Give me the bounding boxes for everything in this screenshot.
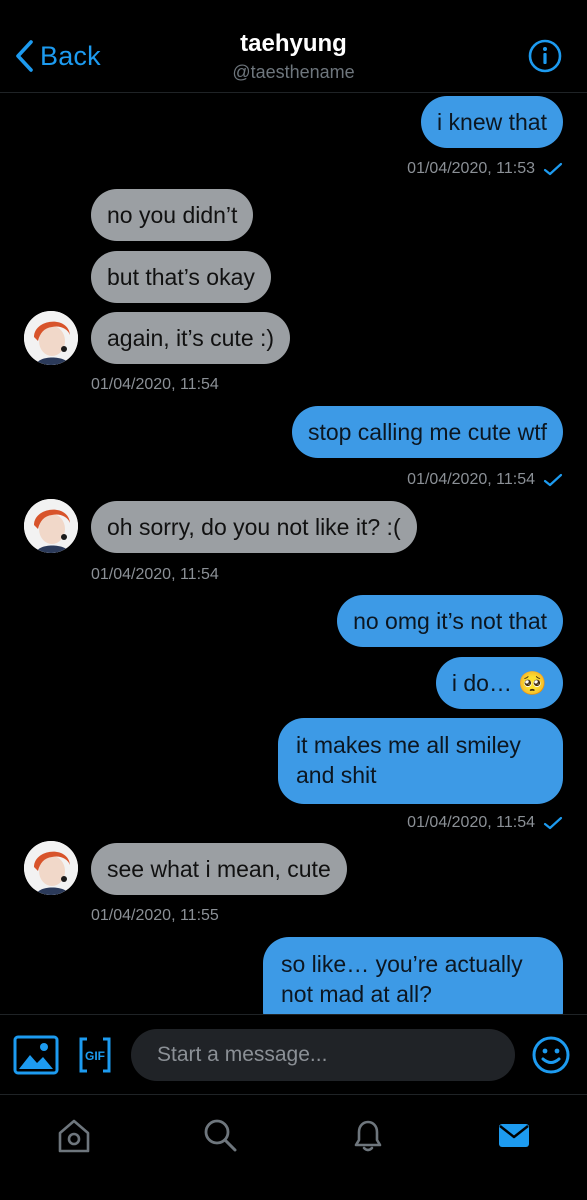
info-icon[interactable] xyxy=(528,39,562,73)
message-timestamp: 01/04/2020, 11:54 xyxy=(91,376,219,393)
message-bubble-sent[interactable]: i knew that xyxy=(421,96,563,148)
emoji-icon[interactable] xyxy=(531,1035,571,1075)
message-bubble-received[interactable]: oh sorry, do you not like it? :( xyxy=(91,501,417,553)
message-composer: GIF xyxy=(0,1014,587,1094)
timestamp-text: 01/04/2020, 11:54 xyxy=(407,471,535,488)
gif-icon[interactable]: GIF xyxy=(79,1037,111,1073)
timestamp-text: 01/04/2020, 11:53 xyxy=(407,160,535,177)
message-bubble-sent[interactable]: no omg it’s not that xyxy=(337,595,563,647)
avatar[interactable] xyxy=(24,311,78,365)
image-icon[interactable] xyxy=(13,1035,59,1075)
bottom-tab-bar xyxy=(0,1094,587,1200)
message-timestamp: 01/04/2020, 11:55 xyxy=(91,907,219,924)
message-bubble-sent[interactable]: stop calling me cute wtf xyxy=(291,406,563,458)
avatar[interactable] xyxy=(24,841,78,895)
avatar-image xyxy=(24,311,78,365)
avatar-image xyxy=(24,841,78,895)
message-bubble-received[interactable]: no you didn’t xyxy=(91,189,254,241)
message-timestamp: 01/04/2020, 11:53 xyxy=(407,160,563,178)
message-bubble-received[interactable]: but that’s okay xyxy=(91,251,271,303)
conversation-header: Back taehyung @taesthename xyxy=(0,0,587,93)
message-bubble-sent[interactable]: it makes me all smiley and shit xyxy=(278,718,563,804)
home-icon[interactable] xyxy=(54,1115,94,1155)
message-bubble-received[interactable]: see what i mean, cute xyxy=(91,843,347,895)
messages-icon[interactable] xyxy=(494,1115,534,1155)
read-check-icon xyxy=(543,816,563,829)
avatar[interactable] xyxy=(24,499,78,553)
timestamp-text: 01/04/2020, 11:54 xyxy=(407,814,535,831)
message-bubble-received[interactable]: again, it’s cute :) xyxy=(91,312,291,364)
conversation-handle: @taesthename xyxy=(232,62,355,82)
message-timestamp: 01/04/2020, 11:54 xyxy=(407,471,563,489)
message-list[interactable]: i knew that 01/04/2020, 11:53 no you did… xyxy=(0,94,587,1014)
notifications-icon[interactable] xyxy=(348,1115,388,1155)
gif-label: GIF xyxy=(85,1049,105,1063)
read-check-icon xyxy=(543,162,563,175)
message-bubble-sent[interactable]: i do… 🥺 xyxy=(435,657,563,709)
dm-conversation-screen: Back taehyung @taesthename i knew that 0… xyxy=(0,0,587,1200)
message-timestamp: 01/04/2020, 11:54 xyxy=(407,814,563,832)
read-check-icon xyxy=(543,473,563,486)
message-bubble-sent[interactable]: so like… you’re actually not mad at all? xyxy=(263,937,563,1014)
search-icon[interactable] xyxy=(200,1115,240,1155)
message-input-wrapper xyxy=(131,1029,515,1081)
message-timestamp: 01/04/2020, 11:54 xyxy=(91,566,219,583)
conversation-title: taehyung xyxy=(240,30,347,57)
message-input[interactable] xyxy=(131,1029,515,1081)
avatar-image xyxy=(24,499,78,553)
